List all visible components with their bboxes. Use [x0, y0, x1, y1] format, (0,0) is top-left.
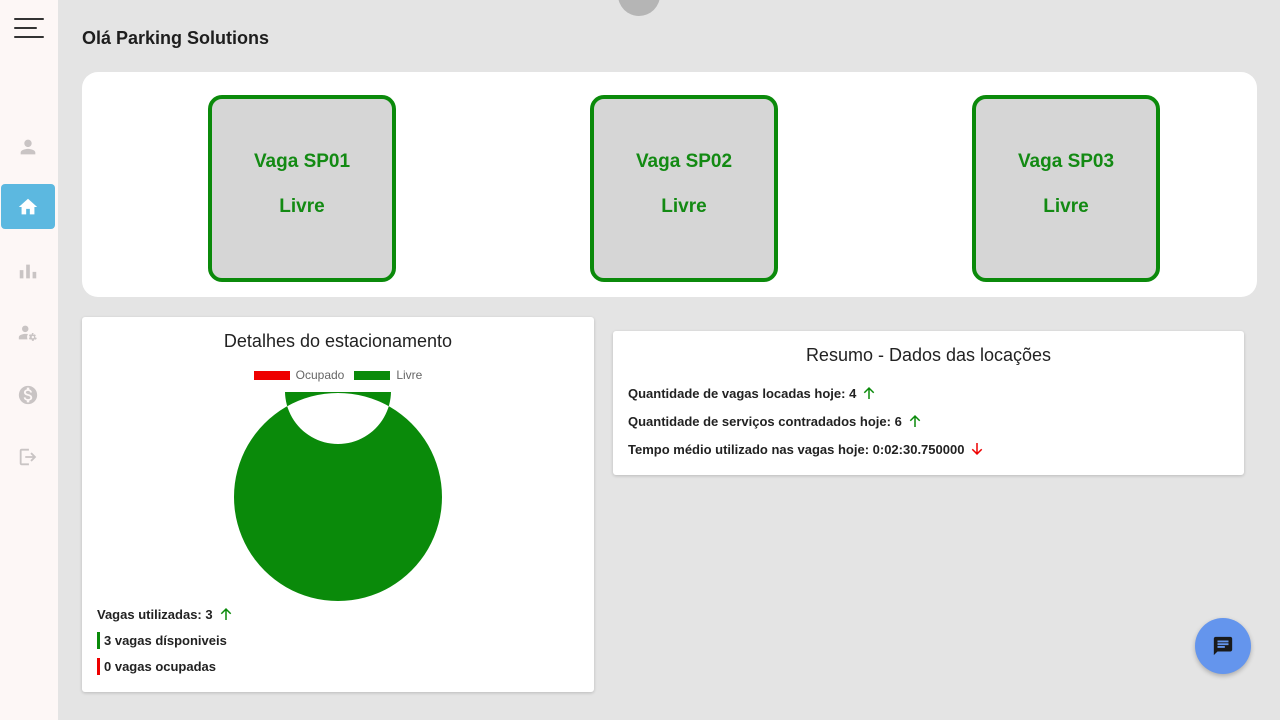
user-gear-icon: [18, 325, 37, 341]
sidebar-item-reports[interactable]: [1, 248, 55, 293]
arrow-up-icon: [909, 415, 921, 427]
legend-item-occupied[interactable]: Ocupado: [253, 368, 345, 382]
available-spots-label: 3 vagas dísponiveis: [104, 633, 227, 648]
summary-line-text: Tempo médio utilizado nas vagas hoje: 0:…: [628, 441, 965, 457]
dollar-icon: [18, 385, 38, 404]
chat-button[interactable]: [1195, 618, 1251, 674]
legend-swatch-free: [354, 370, 391, 380]
sidebar: [0, 0, 58, 720]
sidebar-item-user-settings[interactable]: [1, 310, 55, 355]
legend-label: Ocupado: [295, 368, 345, 382]
spot-name: Vaga SP02: [635, 151, 733, 172]
chart-legend: Ocupado Livre: [82, 368, 594, 382]
summary-line-text: Quantidade de serviços contradados hoje:…: [628, 413, 902, 429]
legend-swatch-occupied: [253, 370, 290, 380]
spot-status: Livre: [1043, 196, 1089, 217]
summary-line-text: Quantidade de vagas locadas hoje: 4: [628, 385, 857, 401]
arrow-down-icon: [972, 443, 983, 455]
summary-line-avg-time: Tempo médio utilizado nas vagas hoje: 0:…: [628, 440, 986, 458]
free-marker: [97, 632, 100, 649]
occupancy-donut-chart: [234, 392, 442, 601]
occupied-marker: [97, 658, 100, 675]
occupied-spots-stat: 0 vagas ocupadas: [97, 658, 216, 675]
arrow-up-icon: [220, 608, 231, 620]
used-spots-stat: Vagas utilizadas: 3: [97, 605, 235, 623]
spot-status: Livre: [661, 196, 707, 217]
hamburger-menu-icon[interactable]: [14, 16, 44, 42]
spot-status: Livre: [279, 196, 325, 217]
sidebar-item-home[interactable]: [1, 184, 55, 229]
home-icon: [18, 198, 38, 214]
sidebar-item-logout[interactable]: [1, 434, 55, 479]
summary-title: Resumo - Dados das locações: [805, 345, 1052, 365]
top-avatar: [618, 0, 660, 16]
chat-icon: [1213, 636, 1233, 656]
rental-summary-card: Resumo - Dados das locações Quantidade d…: [613, 331, 1244, 475]
summary-line-spots-rented: Quantidade de vagas locadas hoje: 4: [628, 384, 878, 402]
legend-item-free[interactable]: Livre: [354, 368, 422, 382]
arrow-up-icon: [864, 387, 875, 399]
sidebar-item-user[interactable]: [1, 124, 55, 169]
page-title: Olá Parking Solutions: [82, 28, 270, 48]
logout-icon: [19, 448, 37, 465]
available-spots-stat: 3 vagas dísponiveis: [97, 632, 227, 649]
sidebar-item-payments[interactable]: [1, 372, 55, 417]
parking-spot-card[interactable]: Vaga SP03 Livre: [972, 95, 1160, 282]
parking-spot-card[interactable]: Vaga SP02 Livre: [590, 95, 778, 282]
legend-label: Livre: [396, 368, 423, 382]
summary-line-services: Quantidade de serviços contradados hoje:…: [628, 412, 924, 430]
parking-details-card: Detalhes do estacionamento Ocupado Livre…: [82, 317, 594, 692]
bar-chart-icon: [19, 264, 37, 278]
spot-name: Vaga SP03: [1017, 151, 1115, 172]
used-spots-label: Vagas utilizadas: 3: [97, 606, 213, 622]
parking-spot-card[interactable]: Vaga SP01 Livre: [208, 95, 396, 282]
parking-spots-panel: Vaga SP01 Livre Vaga SP02 Livre Vaga SP0…: [82, 72, 1257, 297]
person-icon: [20, 139, 36, 154]
occupied-spots-label: 0 vagas ocupadas: [104, 659, 216, 674]
details-title: Detalhes do estacionamento: [223, 331, 453, 351]
spot-name: Vaga SP01: [253, 151, 351, 172]
